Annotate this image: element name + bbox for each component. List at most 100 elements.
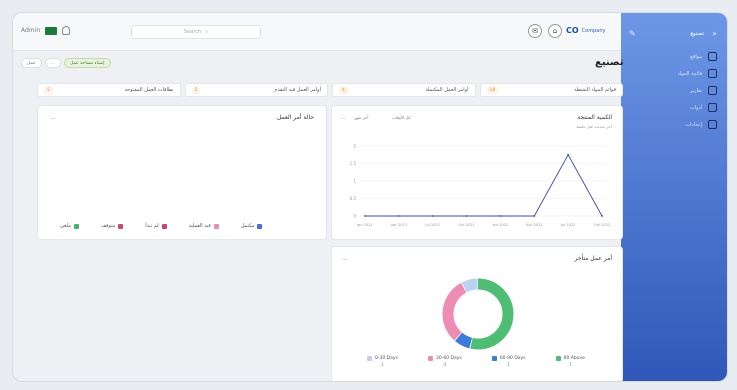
x-tick-label: Apr 2021 (391, 223, 408, 227)
sidebar-item[interactable]: قائمة المواد (621, 65, 727, 82)
production-card: الكمية المنتجة آخر تحديث قبل دقيقة ... آ… (331, 105, 623, 240)
donut-legend-item[interactable]: 0-30 Days 1 (367, 356, 398, 368)
legend-swatch (427, 356, 433, 361)
breadcrumb: عمل ... إنشاء مساحة عمل (21, 58, 111, 68)
app-window: Admin Search ⌕ ✉ ⌂ CO Company ✎ تصنيع » … (12, 12, 728, 382)
y-tick-label: 1 (353, 179, 356, 184)
aging-card: أمر عمل متأخر ... 0-30 Days 1 30-60 Days 4 6… (331, 246, 623, 381)
work-order-status-menu[interactable]: ... (50, 114, 56, 121)
legend-label: 0-30 Days (375, 356, 398, 361)
x-tick-label: Apr 2022 (526, 223, 543, 227)
legend-swatch (118, 223, 124, 229)
stat-value: 4 (339, 86, 348, 94)
legend-value: 1 (381, 363, 384, 368)
time-filter[interactable]: كل الأوقات (392, 115, 410, 120)
donut-legend-item[interactable]: 30-60 Days 4 (427, 356, 462, 368)
flag-icon[interactable] (45, 26, 58, 35)
aging-legend: 0-30 Days 1 30-60 Days 4 60-90 Days 1 90 Above… (352, 356, 600, 368)
legend-item[interactable]: ملغي (60, 223, 79, 229)
legend-item[interactable]: لم تبدأ (145, 223, 167, 229)
page-title: تصنيع (595, 57, 624, 68)
user-name[interactable]: Admin (21, 27, 40, 34)
legend-item[interactable]: قيد العملية (189, 223, 219, 229)
home-icon[interactable]: ⌂ (548, 24, 562, 38)
view-chip[interactable]: عمل (21, 58, 42, 68)
aging-donut (442, 278, 514, 350)
production-menu[interactable]: ... (340, 114, 346, 121)
report-icon (708, 86, 717, 95)
stat-card[interactable]: 18 قوائم المواد النشطة (479, 83, 623, 97)
x-tick-label: Jul 2021 (424, 223, 440, 227)
work-order-status-title: حالة أمر العمل (277, 114, 314, 121)
stats-row: 5 بطاقات العمل المفتوحة 5 أوامر العمل قيد ا… (37, 83, 623, 97)
work-order-status-card: حالة أمر العمل ... مكتمل قيد العملية لم تب… (37, 105, 327, 240)
brand-logo: CO (566, 26, 579, 35)
y-tick-label: 1.5 (350, 161, 357, 166)
stat-label: قوائم المواد النشطة (574, 87, 616, 93)
legend-label: 60-90 Days (499, 356, 526, 361)
sidebar-item[interactable]: تقارير (621, 82, 727, 99)
sidebar-item[interactable]: إعدادات (621, 116, 727, 133)
sidebar-item-label: إعدادات (685, 121, 702, 128)
sidebar-item-label: قائمة المواد (677, 70, 702, 77)
legend-label: ملغي (60, 223, 71, 229)
data-point (397, 215, 400, 217)
legend-swatch (555, 356, 561, 361)
search-input[interactable]: Search ⌕ (131, 25, 261, 39)
y-tick-label: 0.5 (350, 196, 357, 201)
mail-icon[interactable]: ✉ (528, 24, 542, 38)
brand[interactable]: CO Company (566, 26, 605, 35)
sidebar-item[interactable]: أدوات (621, 99, 727, 116)
data-point (465, 215, 468, 217)
legend-label: قيد العملية (188, 223, 211, 229)
legend-swatch (257, 223, 263, 229)
stat-value: 5 (191, 86, 201, 94)
list-icon (708, 69, 717, 78)
stat-label: أوامر العمل المكتملة (425, 87, 469, 93)
sidebar-item[interactable]: مواقع (621, 48, 727, 65)
search-placeholder: Search (184, 29, 202, 35)
legend-label: 30-60 Days (435, 356, 462, 361)
sidebar-title: تصنيع (690, 30, 705, 37)
search-icon: ⌕ (205, 29, 208, 35)
stat-card[interactable]: 5 أوامر العمل قيد التقدم (184, 83, 328, 97)
stat-card[interactable]: 5 بطاقات العمل المفتوحة (37, 83, 181, 97)
user-area[interactable]: Admin (21, 26, 71, 35)
tools-icon (708, 103, 717, 112)
bell-icon[interactable] (62, 26, 71, 35)
stat-label: بطاقات العمل المفتوحة (124, 87, 174, 93)
y-tick-label: 2 (353, 144, 356, 149)
donut-legend-item[interactable]: 60-90 Days 1 (491, 356, 526, 368)
legend-label: لم تبدأ (145, 223, 159, 229)
stat-value: 18 (486, 86, 499, 94)
more-chip[interactable]: ... (44, 58, 61, 68)
legend-swatch (161, 223, 167, 229)
x-tick-label: Jan 2022 (492, 223, 509, 227)
stat-label: أوامر العمل قيد التقدم (274, 87, 321, 93)
legend-label: مكتمل (240, 223, 255, 229)
sidebar-item-label: أدوات (689, 104, 702, 111)
legend-value: 4 (443, 363, 447, 368)
y-tick-label: 0 (353, 214, 356, 219)
legend-swatch (73, 223, 79, 229)
legend-item[interactable]: مكتمل (241, 223, 263, 229)
series-line (365, 153, 603, 217)
collapse-icon[interactable]: » (712, 29, 717, 38)
legend-swatch (491, 356, 497, 361)
top-bar: Admin Search ⌕ ✉ ⌂ CO Company (13, 13, 623, 51)
edit-icon[interactable]: ✎ (629, 29, 636, 38)
donut-legend-item[interactable]: 90 Above 7 (555, 356, 585, 368)
stat-card[interactable]: 4 أوامر العمل المكتملة (332, 83, 476, 97)
x-tick-label: Jan 2021 (356, 223, 373, 227)
brand-name: Company (581, 27, 606, 34)
legend-item[interactable]: متوقف (101, 223, 124, 229)
x-tick-label: Oct 2022 (594, 223, 611, 227)
create-workspace-button[interactable]: إنشاء مساحة عمل (64, 58, 111, 68)
data-point (533, 215, 536, 217)
production-chart: 0 0.5 1 1.5 2 Jan 2021 Apr 2021 Jul 2021 Oct 202… (350, 144, 611, 228)
stat-value: 5 (44, 86, 53, 94)
sidebar: ✎ تصنيع » مواقع قائمة المواد تقارير أدوات إع… (621, 13, 727, 381)
data-point (601, 215, 603, 217)
period-filter[interactable]: آخر شهر (354, 115, 368, 120)
data-point (567, 153, 570, 156)
